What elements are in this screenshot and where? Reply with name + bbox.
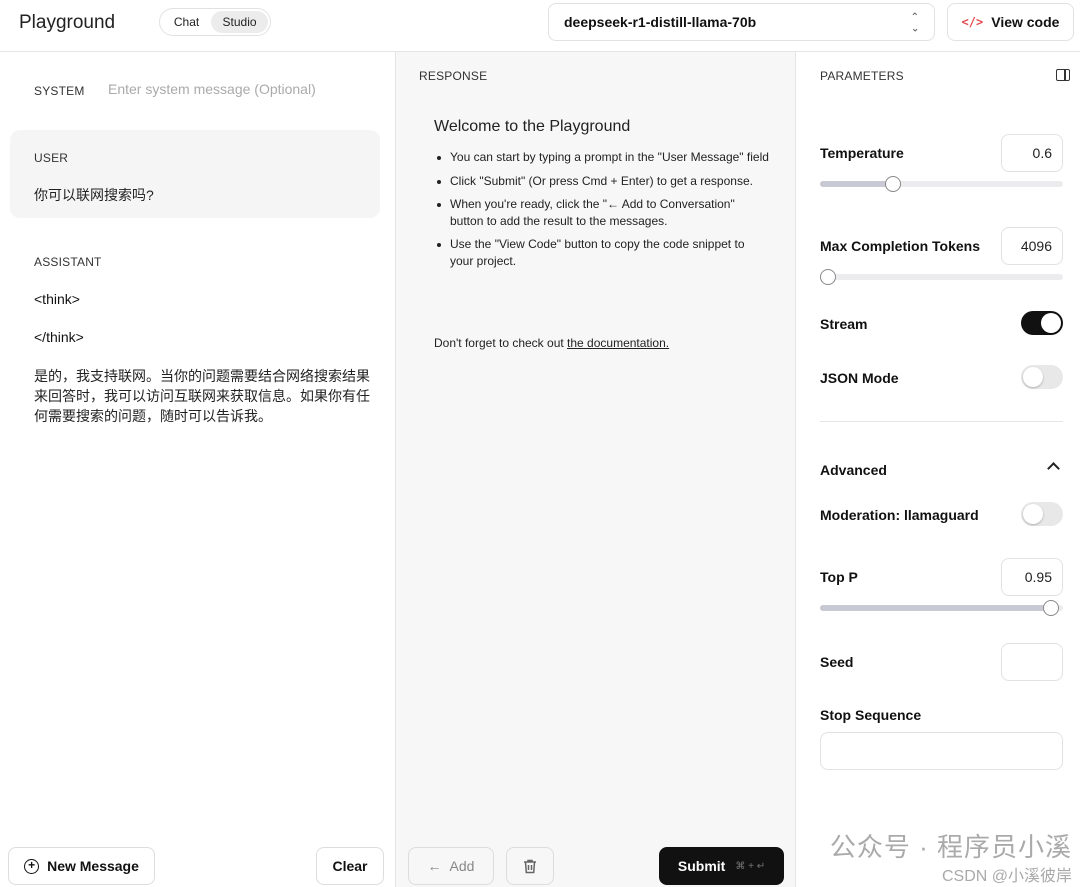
top-p-slider[interactable] [820, 600, 1063, 616]
chevron-up-down-icon: ⌃ ⌃ [910, 12, 919, 33]
max-tokens-label: Max Completion Tokens [820, 238, 980, 254]
submit-label: Submit [677, 858, 726, 874]
advanced-section-toggle[interactable]: Advanced [820, 462, 887, 478]
instruction-item: Click "Submit" (Or press Cmd + Enter) to… [434, 173, 769, 190]
view-code-label: View code [991, 14, 1060, 30]
parameters-panel: PARAMETERS Temperature 0.6 Max Completio… [796, 52, 1080, 887]
max-tokens-slider[interactable] [820, 269, 1063, 285]
new-message-label: New Message [47, 858, 139, 874]
top-p-input[interactable]: 0.95 [1001, 558, 1063, 596]
json-mode-label: JSON Mode [820, 370, 899, 386]
top-p-slider-thumb[interactable] [1042, 600, 1059, 616]
new-message-button[interactable]: + New Message [8, 847, 155, 885]
system-label: SYSTEM [34, 84, 85, 98]
sidebar-toggle-icon[interactable] [1056, 69, 1070, 81]
add-label: Add [449, 858, 475, 874]
documentation-link[interactable]: the documentation. [567, 336, 669, 350]
plus-circle-icon: + [24, 858, 40, 874]
top-bar: Playground Chat Studio deepseek-r1-disti… [0, 0, 1080, 52]
arrow-left-icon: ← [427, 858, 442, 874]
documentation-note-prefix: Don't forget to check out [434, 336, 568, 350]
watermark-line-1: 公众号 · 程序员小溪 [829, 832, 1072, 862]
submit-button[interactable]: Submit ⌘ + ↵ [659, 847, 784, 885]
moderation-toggle-knob [1023, 504, 1043, 524]
section-divider [820, 421, 1063, 422]
instruction-item: Use the "View Code" button to copy the c… [434, 236, 769, 269]
response-label: RESPONSE [419, 69, 488, 83]
stream-toggle-knob [1041, 313, 1061, 333]
watermark-line-2: CSDN @小溪彼岸 [941, 868, 1072, 885]
seed-label: Seed [820, 654, 854, 670]
temperature-input[interactable]: 0.6 [1001, 134, 1063, 172]
assistant-message-text[interactable]: 是的，我支持联网。当你的问题需要结合网络搜索结果来回答时，我可以访问互联网来获取… [34, 366, 370, 426]
temperature-slider[interactable] [820, 176, 1063, 192]
temperature-slider-thumb[interactable] [884, 176, 901, 192]
chevron-up-icon[interactable] [1047, 462, 1060, 475]
json-mode-toggle-knob [1023, 367, 1043, 387]
instruction-item: When you're ready, click the "← Add to C… [434, 196, 769, 229]
user-message-block[interactable]: USER 你可以联网搜索吗? [10, 130, 380, 218]
temperature-slider-fill [820, 181, 893, 187]
documentation-note: Don't forget to check out the documentat… [434, 336, 669, 350]
trash-icon [524, 859, 536, 873]
submit-shortcut-hint: ⌘ + ↵ [735, 860, 766, 872]
top-p-label: Top P [820, 569, 858, 585]
add-to-conversation-button[interactable]: ← Add [408, 847, 494, 885]
delete-response-button[interactable] [506, 847, 554, 885]
model-select-value: deepseek-r1-distill-llama-70b [564, 14, 757, 30]
app-title: Playground [19, 12, 116, 33]
think-close-tag: </think> [34, 329, 84, 345]
json-mode-toggle[interactable] [1021, 365, 1063, 389]
parameters-label: PARAMETERS [820, 69, 904, 83]
mode-chat-button[interactable]: Chat [162, 11, 211, 33]
mode-toggle: Chat Studio [159, 8, 271, 36]
watermark: 公众号 · 程序员小溪 CSDN @小溪彼岸 [830, 827, 1072, 886]
welcome-title: Welcome to the Playground [434, 118, 631, 135]
seed-input[interactable] [1001, 643, 1063, 681]
think-open-tag: <think> [34, 291, 80, 307]
max-tokens-input[interactable]: 4096 [1001, 227, 1063, 265]
stream-label: Stream [820, 316, 868, 332]
clear-button[interactable]: Clear [316, 847, 384, 885]
system-message-input[interactable] [108, 81, 358, 97]
response-panel: RESPONSE Welcome to the Playground You c… [396, 52, 796, 887]
instruction-item: You can start by typing a prompt in the … [434, 149, 769, 166]
moderation-toggle[interactable] [1021, 502, 1063, 526]
user-label: USER [34, 151, 69, 165]
temperature-label: Temperature [820, 145, 904, 161]
assistant-label: ASSISTANT [34, 255, 102, 269]
stream-toggle[interactable] [1021, 311, 1063, 335]
top-p-slider-fill [820, 605, 1051, 611]
code-icon: </> [961, 15, 984, 29]
moderation-label: Moderation: llamaguard [820, 507, 979, 523]
mode-studio-button[interactable]: Studio [211, 11, 268, 33]
stop-sequence-label: Stop Sequence [820, 707, 922, 723]
model-select[interactable]: deepseek-r1-distill-llama-70b ⌃ ⌃ [548, 3, 935, 41]
view-code-button[interactable]: </> View code [947, 3, 1074, 41]
user-message-text[interactable]: 你可以联网搜索吗? [34, 185, 154, 205]
messages-panel: SYSTEM USER 你可以联网搜索吗? ASSISTANT <think> … [0, 52, 396, 887]
stop-sequence-input[interactable] [820, 732, 1063, 770]
instruction-list: You can start by typing a prompt in the … [434, 149, 769, 276]
max-tokens-slider-thumb[interactable] [820, 269, 836, 285]
